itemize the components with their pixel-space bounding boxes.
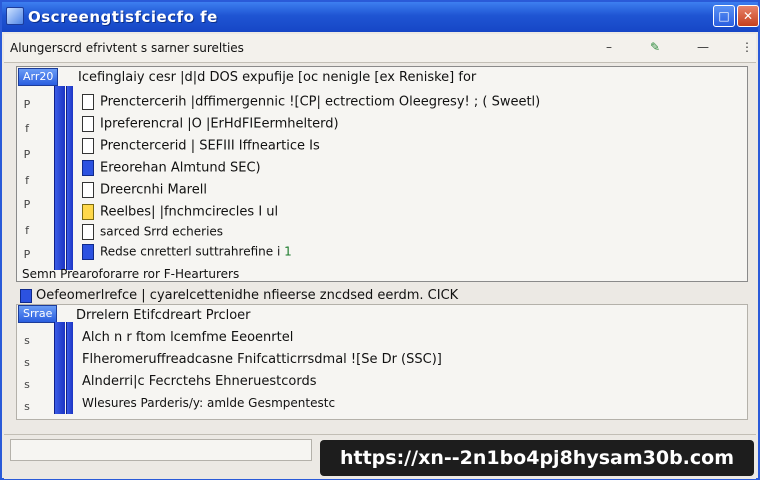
checkbox-icon[interactable] <box>82 182 94 198</box>
option-row[interactable]: Alnderri|c Fecrctehs Ehneruestcords <box>82 374 316 394</box>
group-2-rail <box>54 322 65 414</box>
group-1-footer: Semn Prearoforarre ror F-Hearturers <box>22 267 240 281</box>
checkbox-icon[interactable] <box>82 160 94 176</box>
group-2-tag: Srrae <box>18 305 58 323</box>
option-row[interactable]: Reelbes| |fnchmcirecles I ul <box>82 204 278 224</box>
checkbox-icon[interactable] <box>82 224 94 240</box>
checkbox-icon[interactable] <box>82 204 94 220</box>
left-mark-g2-3: s <box>24 378 30 391</box>
left-mark-2: f <box>25 122 29 135</box>
window-title: Oscreengtisfciecfo fe <box>28 8 218 26</box>
option-row[interactable]: Prenctercerid | SEFIII Iffneartice Is <box>82 138 320 158</box>
status-field <box>10 439 312 461</box>
group-1-rail <box>54 86 65 270</box>
option-row[interactable]: Redse cnretterl suttrahrefine i 1 <box>82 244 292 264</box>
url-watermark: https://xn--2n1bo4pj8hysam30b.com <box>320 440 754 476</box>
option-row[interactable]: Flheromeruffreadcasne Fnifcatticrrsdmal … <box>82 352 442 372</box>
checkbox-icon[interactable] <box>82 244 94 260</box>
left-mark-g2-2: s <box>24 356 30 369</box>
info-icon <box>20 288 32 303</box>
maximize-button[interactable]: □ <box>713 5 735 27</box>
restore-icon[interactable]: — <box>694 38 712 56</box>
accent-mark: 1 <box>284 244 292 259</box>
option-row[interactable]: Alch n r ftom lcemfme Eeoenrtel <box>82 330 293 350</box>
left-mark-6: f <box>25 224 29 237</box>
checkbox-icon[interactable] <box>82 116 94 132</box>
option-row[interactable]: sarced Srrd echeries <box>82 224 223 244</box>
option-row[interactable]: Dreercnhi Marell <box>82 182 207 202</box>
checkbox-icon[interactable] <box>82 138 94 154</box>
pin-icon[interactable]: ✎ <box>646 38 664 56</box>
left-mark-g2-4: s <box>24 400 30 413</box>
left-mark-4: f <box>25 174 29 187</box>
checkbox-icon[interactable] <box>82 94 94 110</box>
group-1-heading: Icefinglaiy cesr |d|d DOS expufije [oc n… <box>78 70 477 85</box>
left-mark-1: P <box>23 98 31 111</box>
group-2-rail-inner <box>66 322 73 414</box>
close-button[interactable]: ✕ <box>737 5 759 27</box>
app-icon <box>6 7 24 25</box>
left-mark-5: P <box>23 198 31 211</box>
header-row: Alungerscrd efrivtent s sarner surelties… <box>4 34 756 63</box>
option-row[interactable]: Prenctercerih |dffimergennic ![CP| ectre… <box>82 94 540 114</box>
option-row[interactable]: Wlesures Parderis/y: amlde Gesmpentestc <box>82 396 335 416</box>
left-mark-g2-1: s <box>24 334 30 347</box>
option-row[interactable]: Ereorehan Almtund SEC) <box>82 160 261 180</box>
group-1-tag: Arr20 <box>18 68 59 86</box>
app-window: Oscreengtisfciecfo fe □ ✕ Alungerscrd ef… <box>0 0 760 480</box>
group-1-rail-inner <box>66 86 73 270</box>
left-mark-7: P <box>23 248 31 261</box>
more-options-icon[interactable]: ⋮ <box>738 38 756 56</box>
header-label: Alungerscrd efrivtent s sarner surelties <box>10 41 244 55</box>
group-1-note: Oefeomerlrefce | cyarelcettenidhe nfieer… <box>20 288 458 303</box>
option-row[interactable]: Ipreferencral |O |ErHdFIEermhelterd) <box>82 116 339 136</box>
minimize-icon[interactable]: – <box>600 38 618 56</box>
left-mark-3: P <box>23 148 31 161</box>
title-bar[interactable]: Oscreengtisfciecfo fe □ ✕ <box>2 2 759 32</box>
group-2-heading: Drrelern Etifcdreart Prcloer <box>76 308 251 323</box>
